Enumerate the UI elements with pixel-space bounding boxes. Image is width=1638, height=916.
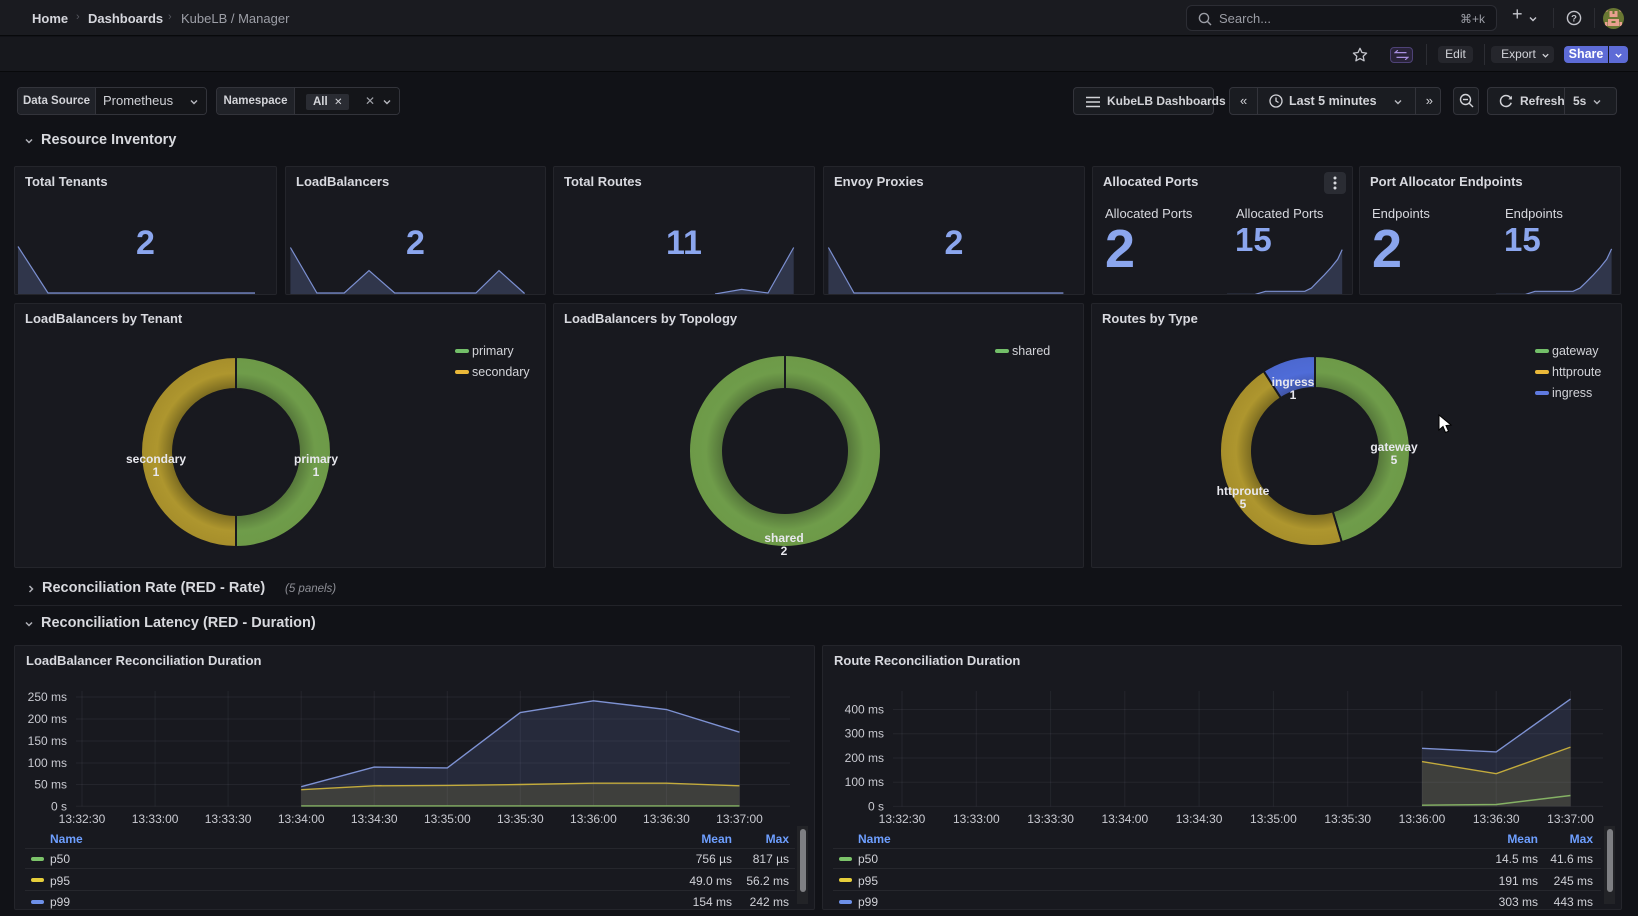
svg-text:13:35:30: 13:35:30 [1324, 812, 1371, 826]
svg-text:200 ms: 200 ms [845, 751, 884, 765]
svg-text:50 ms: 50 ms [34, 778, 67, 792]
svg-text:13:32:30: 13:32:30 [59, 812, 106, 826]
svg-text:200 ms: 200 ms [28, 712, 67, 726]
svg-text:13:37:00: 13:37:00 [1547, 812, 1594, 826]
svg-text:300 ms: 300 ms [845, 727, 884, 741]
svg-text:13:34:30: 13:34:30 [1176, 812, 1223, 826]
svg-text:13:36:30: 13:36:30 [1473, 812, 1520, 826]
svg-text:13:35:30: 13:35:30 [497, 812, 544, 826]
svg-text:13:35:00: 13:35:00 [1250, 812, 1297, 826]
svg-text:13:37:00: 13:37:00 [716, 812, 763, 826]
svg-text:13:33:00: 13:33:00 [132, 812, 179, 826]
svg-text:?: ? [1571, 14, 1577, 25]
svg-text:100 ms: 100 ms [845, 775, 884, 789]
svg-text:13:36:00: 13:36:00 [1399, 812, 1446, 826]
svg-text:13:34:00: 13:34:00 [1101, 812, 1148, 826]
svg-text:13:33:30: 13:33:30 [1027, 812, 1074, 826]
svg-text:13:35:00: 13:35:00 [424, 812, 471, 826]
svg-text:250 ms: 250 ms [28, 690, 67, 704]
svg-text:13:33:30: 13:33:30 [205, 812, 252, 826]
svg-text:13:36:30: 13:36:30 [643, 812, 690, 826]
svg-text:100 ms: 100 ms [28, 756, 67, 770]
svg-text:13:34:30: 13:34:30 [351, 812, 398, 826]
svg-text:13:32:30: 13:32:30 [879, 812, 926, 826]
svg-text:150 ms: 150 ms [28, 734, 67, 748]
svg-text:400 ms: 400 ms [845, 703, 884, 717]
svg-text:13:36:00: 13:36:00 [570, 812, 617, 826]
svg-text:13:34:00: 13:34:00 [278, 812, 325, 826]
svg-text:13:33:00: 13:33:00 [953, 812, 1000, 826]
